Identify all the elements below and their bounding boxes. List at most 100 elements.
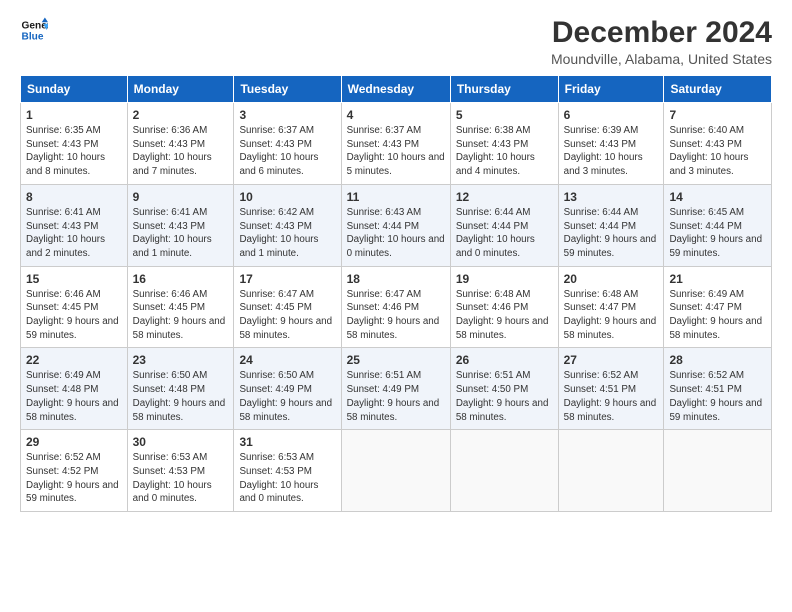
calendar-cell: 24 Sunrise: 6:50 AMSunset: 4:49 PMDaylig… bbox=[234, 348, 341, 430]
calendar-cell: 30 Sunrise: 6:53 AMSunset: 4:53 PMDaylig… bbox=[127, 430, 234, 512]
calendar-cell: 7 Sunrise: 6:40 AMSunset: 4:43 PMDayligh… bbox=[664, 103, 772, 185]
day-number: 4 bbox=[347, 108, 445, 122]
calendar-cell: 16 Sunrise: 6:46 AMSunset: 4:45 PMDaylig… bbox=[127, 266, 234, 348]
subtitle: Moundville, Alabama, United States bbox=[551, 51, 772, 67]
day-number: 23 bbox=[133, 353, 229, 367]
day-number: 17 bbox=[239, 272, 335, 286]
cell-info: Sunrise: 6:46 AMSunset: 4:45 PMDaylight:… bbox=[26, 289, 119, 341]
day-number: 22 bbox=[26, 353, 122, 367]
calendar-cell: 19 Sunrise: 6:48 AMSunset: 4:46 PMDaylig… bbox=[450, 266, 558, 348]
cell-info: Sunrise: 6:44 AMSunset: 4:44 PMDaylight:… bbox=[564, 207, 657, 259]
calendar-cell bbox=[450, 430, 558, 512]
day-number: 14 bbox=[669, 190, 766, 204]
calendar-cell: 17 Sunrise: 6:47 AMSunset: 4:45 PMDaylig… bbox=[234, 266, 341, 348]
cell-info: Sunrise: 6:52 AMSunset: 4:51 PMDaylight:… bbox=[564, 370, 657, 422]
cell-info: Sunrise: 6:51 AMSunset: 4:49 PMDaylight:… bbox=[347, 370, 440, 422]
day-number: 9 bbox=[133, 190, 229, 204]
cell-info: Sunrise: 6:41 AMSunset: 4:43 PMDaylight:… bbox=[133, 207, 212, 259]
day-number: 11 bbox=[347, 190, 445, 204]
calendar-cell bbox=[558, 430, 664, 512]
day-number: 30 bbox=[133, 435, 229, 449]
cell-info: Sunrise: 6:47 AMSunset: 4:46 PMDaylight:… bbox=[347, 289, 440, 341]
calendar-cell: 10 Sunrise: 6:42 AMSunset: 4:43 PMDaylig… bbox=[234, 184, 341, 266]
day-number: 3 bbox=[239, 108, 335, 122]
calendar-cell: 20 Sunrise: 6:48 AMSunset: 4:47 PMDaylig… bbox=[558, 266, 664, 348]
calendar-cell: 15 Sunrise: 6:46 AMSunset: 4:45 PMDaylig… bbox=[21, 266, 128, 348]
logo: General Blue bbox=[20, 16, 48, 44]
calendar-cell: 25 Sunrise: 6:51 AMSunset: 4:49 PMDaylig… bbox=[341, 348, 450, 430]
day-number: 19 bbox=[456, 272, 553, 286]
day-number: 5 bbox=[456, 108, 553, 122]
cell-info: Sunrise: 6:53 AMSunset: 4:53 PMDaylight:… bbox=[133, 452, 212, 504]
calendar-cell: 3 Sunrise: 6:37 AMSunset: 4:43 PMDayligh… bbox=[234, 103, 341, 185]
calendar-table: SundayMondayTuesdayWednesdayThursdayFrid… bbox=[20, 75, 772, 512]
day-number: 16 bbox=[133, 272, 229, 286]
calendar-cell: 31 Sunrise: 6:53 AMSunset: 4:53 PMDaylig… bbox=[234, 430, 341, 512]
col-header-sunday: Sunday bbox=[21, 76, 128, 103]
calendar-cell: 23 Sunrise: 6:50 AMSunset: 4:48 PMDaylig… bbox=[127, 348, 234, 430]
cell-info: Sunrise: 6:48 AMSunset: 4:47 PMDaylight:… bbox=[564, 289, 657, 341]
day-number: 21 bbox=[669, 272, 766, 286]
cell-info: Sunrise: 6:50 AMSunset: 4:49 PMDaylight:… bbox=[239, 370, 332, 422]
col-header-monday: Monday bbox=[127, 76, 234, 103]
calendar-cell: 9 Sunrise: 6:41 AMSunset: 4:43 PMDayligh… bbox=[127, 184, 234, 266]
col-header-wednesday: Wednesday bbox=[341, 76, 450, 103]
day-number: 29 bbox=[26, 435, 122, 449]
calendar-cell: 14 Sunrise: 6:45 AMSunset: 4:44 PMDaylig… bbox=[664, 184, 772, 266]
day-number: 1 bbox=[26, 108, 122, 122]
calendar-cell: 27 Sunrise: 6:52 AMSunset: 4:51 PMDaylig… bbox=[558, 348, 664, 430]
cell-info: Sunrise: 6:46 AMSunset: 4:45 PMDaylight:… bbox=[133, 289, 226, 341]
calendar-cell: 2 Sunrise: 6:36 AMSunset: 4:43 PMDayligh… bbox=[127, 103, 234, 185]
calendar-cell: 11 Sunrise: 6:43 AMSunset: 4:44 PMDaylig… bbox=[341, 184, 450, 266]
calendar-cell: 1 Sunrise: 6:35 AMSunset: 4:43 PMDayligh… bbox=[21, 103, 128, 185]
cell-info: Sunrise: 6:51 AMSunset: 4:50 PMDaylight:… bbox=[456, 370, 549, 422]
day-number: 10 bbox=[239, 190, 335, 204]
calendar-cell: 4 Sunrise: 6:37 AMSunset: 4:43 PMDayligh… bbox=[341, 103, 450, 185]
cell-info: Sunrise: 6:52 AMSunset: 4:52 PMDaylight:… bbox=[26, 452, 119, 504]
day-number: 15 bbox=[26, 272, 122, 286]
cell-info: Sunrise: 6:48 AMSunset: 4:46 PMDaylight:… bbox=[456, 289, 549, 341]
calendar-cell: 5 Sunrise: 6:38 AMSunset: 4:43 PMDayligh… bbox=[450, 103, 558, 185]
cell-info: Sunrise: 6:38 AMSunset: 4:43 PMDaylight:… bbox=[456, 125, 535, 177]
cell-info: Sunrise: 6:53 AMSunset: 4:53 PMDaylight:… bbox=[239, 452, 318, 504]
main-title: December 2024 bbox=[551, 16, 772, 49]
day-number: 31 bbox=[239, 435, 335, 449]
day-number: 24 bbox=[239, 353, 335, 367]
calendar-cell: 13 Sunrise: 6:44 AMSunset: 4:44 PMDaylig… bbox=[558, 184, 664, 266]
cell-info: Sunrise: 6:52 AMSunset: 4:51 PMDaylight:… bbox=[669, 370, 762, 422]
day-number: 28 bbox=[669, 353, 766, 367]
cell-info: Sunrise: 6:47 AMSunset: 4:45 PMDaylight:… bbox=[239, 289, 332, 341]
col-header-saturday: Saturday bbox=[664, 76, 772, 103]
cell-info: Sunrise: 6:37 AMSunset: 4:43 PMDaylight:… bbox=[239, 125, 318, 177]
day-number: 2 bbox=[133, 108, 229, 122]
cell-info: Sunrise: 6:35 AMSunset: 4:43 PMDaylight:… bbox=[26, 125, 105, 177]
day-number: 20 bbox=[564, 272, 659, 286]
col-header-friday: Friday bbox=[558, 76, 664, 103]
logo-icon: General Blue bbox=[20, 16, 48, 44]
calendar-cell bbox=[341, 430, 450, 512]
title-block: December 2024 Moundville, Alabama, Unite… bbox=[551, 16, 772, 67]
cell-info: Sunrise: 6:43 AMSunset: 4:44 PMDaylight:… bbox=[347, 207, 445, 259]
cell-info: Sunrise: 6:37 AMSunset: 4:43 PMDaylight:… bbox=[347, 125, 445, 177]
page: General Blue December 2024 Moundville, A… bbox=[0, 0, 792, 612]
header: General Blue December 2024 Moundville, A… bbox=[20, 16, 772, 67]
cell-info: Sunrise: 6:49 AMSunset: 4:48 PMDaylight:… bbox=[26, 370, 119, 422]
day-number: 7 bbox=[669, 108, 766, 122]
calendar-cell: 22 Sunrise: 6:49 AMSunset: 4:48 PMDaylig… bbox=[21, 348, 128, 430]
calendar-cell: 18 Sunrise: 6:47 AMSunset: 4:46 PMDaylig… bbox=[341, 266, 450, 348]
cell-info: Sunrise: 6:36 AMSunset: 4:43 PMDaylight:… bbox=[133, 125, 212, 177]
day-number: 27 bbox=[564, 353, 659, 367]
svg-text:Blue: Blue bbox=[22, 31, 44, 42]
calendar-cell: 12 Sunrise: 6:44 AMSunset: 4:44 PMDaylig… bbox=[450, 184, 558, 266]
calendar-cell: 21 Sunrise: 6:49 AMSunset: 4:47 PMDaylig… bbox=[664, 266, 772, 348]
calendar-cell: 29 Sunrise: 6:52 AMSunset: 4:52 PMDaylig… bbox=[21, 430, 128, 512]
calendar-cell: 26 Sunrise: 6:51 AMSunset: 4:50 PMDaylig… bbox=[450, 348, 558, 430]
calendar-cell bbox=[664, 430, 772, 512]
day-number: 6 bbox=[564, 108, 659, 122]
calendar-cell: 28 Sunrise: 6:52 AMSunset: 4:51 PMDaylig… bbox=[664, 348, 772, 430]
col-header-tuesday: Tuesday bbox=[234, 76, 341, 103]
cell-info: Sunrise: 6:44 AMSunset: 4:44 PMDaylight:… bbox=[456, 207, 535, 259]
cell-info: Sunrise: 6:42 AMSunset: 4:43 PMDaylight:… bbox=[239, 207, 318, 259]
day-number: 13 bbox=[564, 190, 659, 204]
day-number: 25 bbox=[347, 353, 445, 367]
